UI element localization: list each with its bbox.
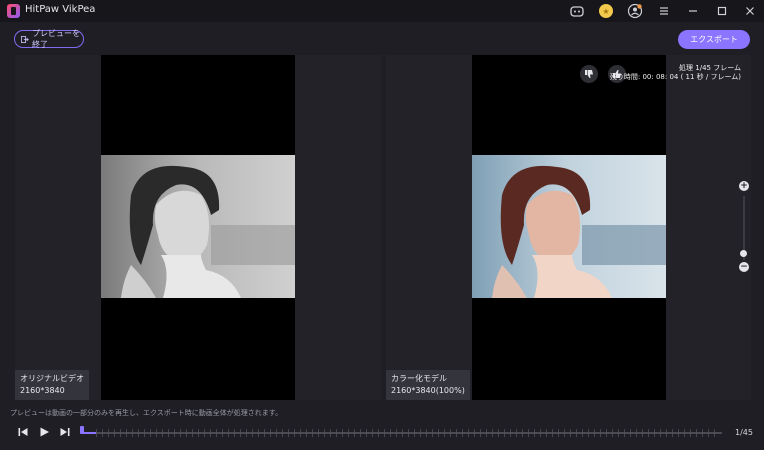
account-icon[interactable] <box>627 3 643 19</box>
colorized-video-resolution: 2160*3840(100%) <box>391 386 465 395</box>
timeline-ticks <box>96 429 720 437</box>
exit-icon <box>21 35 29 43</box>
preview-hint: プレビューは動画の一部分のみを再生し、エクスポート時に動画全体が処理されます。 <box>10 409 283 417</box>
original-video-panel: オリジナルビデオ 2160*3840 <box>15 55 381 400</box>
exit-preview-button[interactable]: プレビューを終了 <box>14 29 84 49</box>
close-icon[interactable] <box>742 3 758 19</box>
title-bar: HitPaw VikPea ★ <box>0 0 764 22</box>
exit-preview-label: プレビューを終了 <box>31 29 80 49</box>
timeline-progress <box>82 432 96 434</box>
processing-info: 処理 1/45 フレーム 残り時間: 00: 08: 04 ( 11 秒 / フ… <box>610 64 741 82</box>
original-video-resolution: 2160*3840 <box>20 386 65 395</box>
colorized-video-viewport <box>472 55 666 400</box>
colorized-video-label: カラー化モデル 2160*3840(100%) <box>386 370 470 400</box>
thumbs-down-button[interactable] <box>580 65 598 83</box>
thumbs-down-icon <box>585 70 593 78</box>
play-icon[interactable] <box>38 426 50 438</box>
export-button[interactable]: エクスポート <box>678 30 750 49</box>
original-video-viewport <box>101 55 295 400</box>
next-frame-icon[interactable] <box>59 426 71 438</box>
frame-counter: 1/45 <box>735 428 753 437</box>
minimize-icon[interactable] <box>685 3 701 19</box>
maximize-icon[interactable] <box>714 3 730 19</box>
colorized-video-title: カラー化モデル <box>391 374 447 383</box>
zoom-in-icon[interactable]: + <box>739 181 749 191</box>
original-video-title: オリジナルビデオ <box>20 374 84 383</box>
processing-progress-text: 処理 1/45 フレーム <box>679 64 741 72</box>
colorized-video-panel: 処理 1/45 フレーム 残り時間: 00: 08: 04 ( 11 秒 / フ… <box>386 55 751 400</box>
coin-icon[interactable]: ★ <box>598 3 614 19</box>
colorized-video-frame <box>472 155 666 298</box>
original-video-frame <box>101 155 295 298</box>
zoom-slider-handle[interactable] <box>740 250 747 257</box>
previous-frame-icon[interactable] <box>17 426 29 438</box>
app-title: HitPaw VikPea <box>25 4 96 15</box>
app-logo-icon <box>7 4 20 18</box>
svg-text:★: ★ <box>602 7 609 16</box>
remaining-time-text: 残り時間: 00: 08: 04 ( 11 秒 / フレーム) <box>609 73 741 81</box>
zoom-out-icon[interactable]: − <box>739 262 749 272</box>
menu-icon[interactable] <box>656 3 672 19</box>
original-video-label: オリジナルビデオ 2160*3840 <box>15 370 89 400</box>
timeline-playhead[interactable] <box>80 426 84 434</box>
discord-icon[interactable] <box>569 3 585 19</box>
